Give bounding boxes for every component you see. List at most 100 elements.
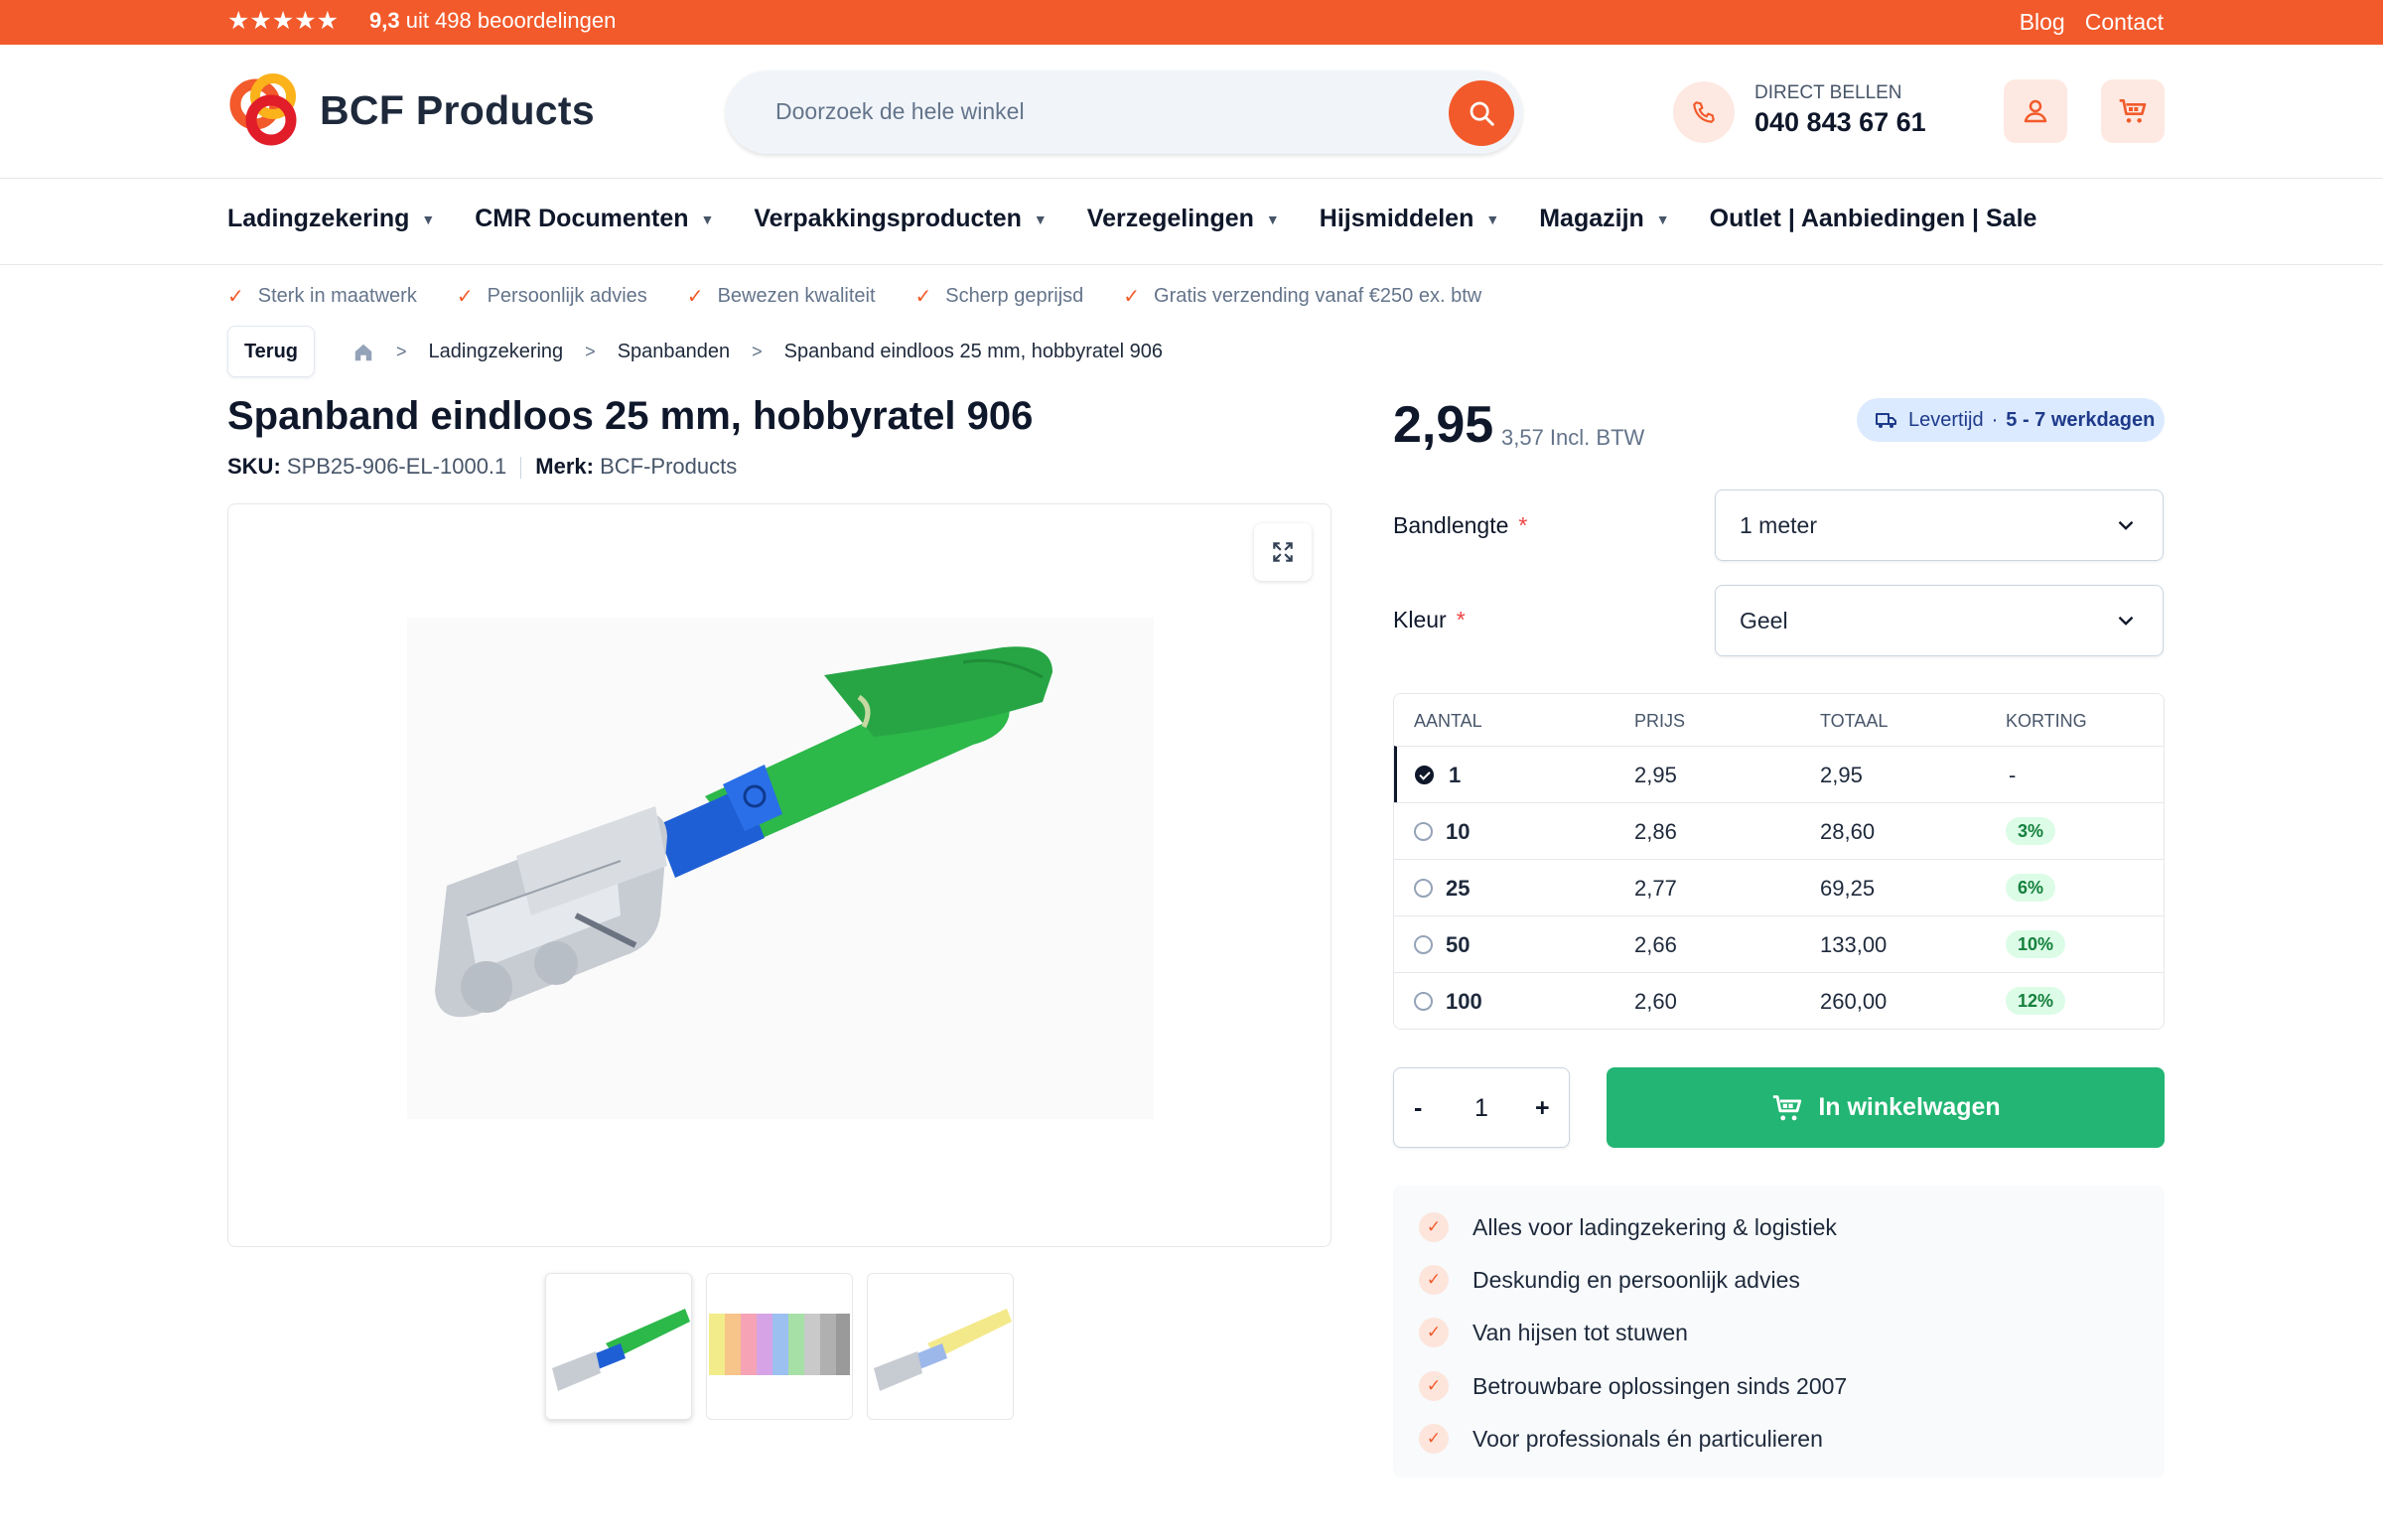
- nav-label: Ladingzekering: [227, 205, 410, 232]
- benefit-item: ✓ Betrouwbare oplossingen sinds 2007: [1419, 1371, 1847, 1401]
- increase-button[interactable]: +: [1535, 1094, 1550, 1123]
- phone-button[interactable]: [1673, 81, 1735, 143]
- delivery-dot: ·: [1991, 408, 1999, 431]
- main-nav: Ladingzekering ▼ CMR Documenten ▼ Verpakki…: [227, 205, 2076, 233]
- blog-link[interactable]: Blog: [2020, 9, 2065, 36]
- tier-total: 28,60: [1820, 819, 1876, 844]
- expand-icon: [1273, 542, 1293, 562]
- nav-ladingzekering[interactable]: Ladingzekering ▼: [227, 205, 435, 233]
- check-icon: ✓: [1419, 1424, 1449, 1454]
- brand-value[interactable]: BCF-Products: [600, 454, 737, 479]
- rating-stars: ★★★★★: [227, 7, 340, 35]
- tier-total: 69,25: [1820, 876, 1876, 901]
- nav-label: Hijsmiddelen: [1319, 205, 1474, 232]
- chevron-right-icon: >: [585, 342, 596, 361]
- nav-label: Verzegelingen: [1086, 205, 1254, 232]
- meta-divider: [520, 457, 522, 480]
- usp-text: Sterk in maatwerk: [257, 285, 417, 307]
- benefit-item: ✓ Voor professionals én particulieren: [1419, 1424, 1823, 1454]
- radio-selected[interactable]: [1415, 766, 1434, 784]
- chevron-down-icon: ▼: [1485, 210, 1500, 227]
- logo-text[interactable]: BCF Products: [320, 87, 595, 134]
- logo-icon[interactable]: [227, 70, 307, 150]
- top-links: Blog Contact: [2020, 9, 2164, 36]
- discount-badge: 6%: [2006, 874, 2056, 902]
- nav-hijsmiddelen[interactable]: Hijsmiddelen ▼: [1320, 205, 1499, 233]
- required-mark: *: [1518, 512, 1528, 538]
- chevron-right-icon: >: [396, 342, 407, 361]
- back-button[interactable]: Terug: [227, 326, 315, 377]
- usp-bar: ✓ Sterk in maatwerk ✓ Persoonlijk advies ✓…: [227, 284, 1521, 309]
- tier-qty: 50: [1446, 932, 1471, 957]
- col-header: AANTAL: [1414, 711, 1482, 731]
- color-value: Geel: [1740, 607, 1788, 633]
- phone-number[interactable]: 040 843 67 61: [1754, 107, 1926, 138]
- chevron-down-icon: [2118, 616, 2134, 626]
- search-button[interactable]: [1449, 80, 1514, 146]
- nav-cmr-documenten[interactable]: CMR Documenten ▼: [475, 205, 714, 233]
- chevron-down-icon: ▼: [700, 210, 715, 227]
- tier-row[interactable]: 100 2,60 260,00 12%: [1394, 972, 2164, 1029]
- tier-row[interactable]: 50 2,66 133,00 10%: [1394, 915, 2164, 972]
- tier-price: 2,60: [1634, 989, 1677, 1014]
- decrease-button[interactable]: -: [1414, 1094, 1422, 1123]
- radio-unselected[interactable]: [1414, 992, 1433, 1011]
- check-icon: ✓: [1123, 286, 1141, 308]
- radio-unselected[interactable]: [1414, 935, 1433, 954]
- rating-text[interactable]: 9,3 uit 498 beoordelingen: [369, 10, 616, 32]
- tier-row[interactable]: 25 2,77 69,25 6%: [1394, 859, 2164, 915]
- tier-row[interactable]: 10 2,86 28,60 3%: [1394, 802, 2164, 859]
- tier-price: 2,95: [1634, 763, 1677, 787]
- search-icon: [1470, 101, 1494, 126]
- discount-badge: 12%: [2006, 987, 2066, 1015]
- color-label-text: Kleur: [1393, 607, 1447, 632]
- color-select[interactable]: Geel: [1715, 585, 2164, 656]
- benefit-text: Alles voor ladingzekering & logistiek: [1472, 1213, 1837, 1240]
- chevron-down-icon: [2118, 520, 2134, 530]
- check-icon: ✓: [456, 286, 474, 308]
- rating-count: uit 498 beoordelingen: [405, 8, 617, 33]
- product-price: 2,95: [1393, 396, 1494, 454]
- check-icon: ✓: [1419, 1265, 1449, 1295]
- cart-button[interactable]: [2101, 79, 2165, 143]
- call-label: DIRECT BELLEN: [1754, 82, 1902, 103]
- thumbnail-image: [709, 1314, 850, 1375]
- length-value: 1 meter: [1740, 511, 1817, 538]
- home-icon[interactable]: [352, 342, 374, 363]
- nav-outlet[interactable]: Outlet | Aanbiedingen | Sale: [1710, 205, 2037, 233]
- quantity-input[interactable]: 1: [1474, 1094, 1488, 1123]
- nav-magazijn[interactable]: Magazijn ▼: [1539, 205, 1669, 233]
- benefit-text: Van hijsen tot stuwen: [1472, 1319, 1688, 1345]
- thumbnail-2[interactable]: [706, 1273, 853, 1420]
- tier-discount: -: [2009, 763, 2017, 787]
- add-to-cart-button[interactable]: In winkelwagen: [1607, 1067, 2165, 1148]
- sku-value: SPB25-906-EL-1000.1: [286, 454, 507, 479]
- benefit-text: Voor professionals én particulieren: [1472, 1425, 1823, 1452]
- fullscreen-button[interactable]: [1254, 523, 1312, 581]
- tier-qty: 25: [1446, 876, 1471, 901]
- tier-row[interactable]: 1 2,95 2,95 -: [1394, 746, 2164, 802]
- add-to-cart-label: In winkelwagen: [1818, 1093, 2001, 1121]
- tier-total: 2,95: [1820, 763, 1863, 787]
- nav-verzegelingen[interactable]: Verzegelingen ▼: [1087, 205, 1280, 233]
- check-icon: ✓: [227, 286, 244, 308]
- account-button[interactable]: [2004, 79, 2067, 143]
- breadcrumb-item[interactable]: Spanbanden: [618, 341, 730, 363]
- radio-unselected[interactable]: [1414, 879, 1433, 898]
- nav-verpakkingsproducten[interactable]: Verpakkingsproducten ▼: [754, 205, 1047, 233]
- benefit-item: ✓ Alles voor ladingzekering & logistiek: [1419, 1212, 1837, 1242]
- benefit-item: ✓ Van hijsen tot stuwen: [1419, 1318, 1688, 1347]
- thumbnail-1[interactable]: [545, 1273, 692, 1420]
- nav-label: Verpakkingsproducten: [754, 205, 1022, 232]
- tier-qty: 10: [1446, 819, 1471, 844]
- search-bar[interactable]: Doorzoek de hele winkel: [726, 70, 1522, 154]
- search-input[interactable]: Doorzoek de hele winkel: [775, 98, 1025, 125]
- contact-link[interactable]: Contact: [2085, 9, 2164, 36]
- benefit-item: ✓ Deskundig en persoonlijk advies: [1419, 1265, 1800, 1295]
- product-image[interactable]: [407, 618, 1154, 1119]
- radio-unselected[interactable]: [1414, 822, 1433, 841]
- thumbnail-3[interactable]: [867, 1273, 1014, 1420]
- col-header: TOTAAL: [1820, 711, 1889, 731]
- breadcrumb-item[interactable]: Ladingzekering: [429, 341, 564, 363]
- length-select[interactable]: 1 meter: [1715, 490, 2164, 561]
